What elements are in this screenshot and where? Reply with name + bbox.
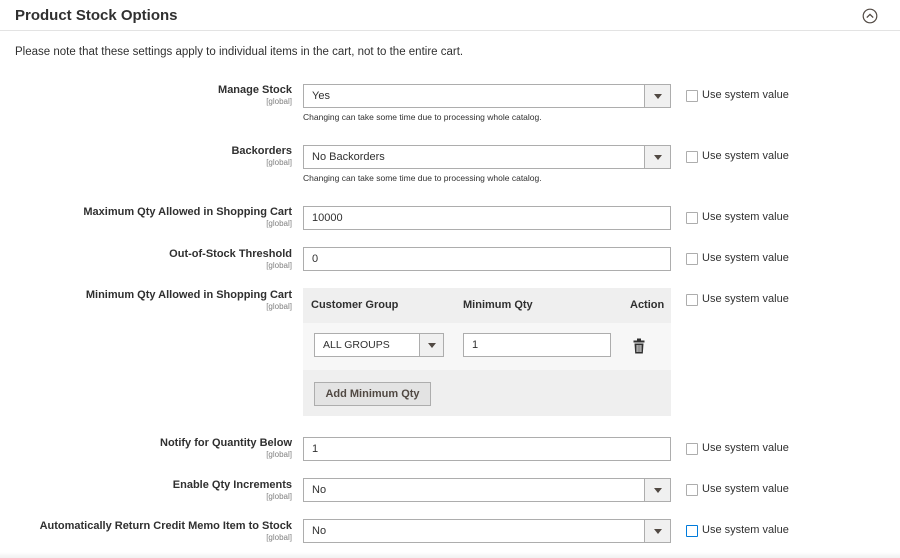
qty-increments-select[interactable]: No [303, 478, 671, 502]
manage-stock-hint: Changing can take some time due to proce… [303, 112, 542, 122]
add-minimum-qty-button[interactable]: Add Minimum Qty [314, 382, 431, 406]
use-system-checkbox[interactable] [686, 90, 698, 102]
trash-icon[interactable] [633, 338, 645, 354]
chevron-up-circle-icon[interactable] [862, 8, 878, 24]
grid-header: Customer Group Minimum Qty Action [303, 288, 671, 323]
chevron-down-icon [428, 343, 436, 348]
use-system-checkbox[interactable] [686, 294, 698, 306]
minimum-qty-input[interactable]: 1 [463, 333, 611, 357]
chevron-down-icon [654, 488, 662, 493]
table-row: ALL GROUPS 1 [303, 323, 671, 370]
manage-stock-select[interactable]: Yes [303, 84, 671, 108]
min-qty-label: Minimum Qty Allowed in Shopping Cart [gl… [85, 289, 292, 311]
chevron-down-icon [654, 529, 662, 534]
credit-memo-label: Automatically Return Credit Memo Item to… [39, 520, 292, 542]
use-system-checkbox[interactable] [686, 212, 698, 224]
chevron-down-icon [654, 94, 662, 99]
backorders-label: Backorders [global] [231, 145, 292, 167]
customer-group-select[interactable]: ALL GROUPS [314, 333, 444, 357]
column-minimum-qty: Minimum Qty [463, 299, 533, 311]
out-of-stock-input[interactable]: 0 [303, 247, 671, 271]
section-title: Product Stock Options [15, 7, 178, 24]
use-system-checkbox[interactable] [686, 443, 698, 455]
use-system-checkbox[interactable] [686, 484, 698, 496]
max-qty-label: Maximum Qty Allowed in Shopping Cart [gl… [83, 206, 292, 228]
notify-below-input[interactable]: 1 [303, 437, 671, 461]
chevron-down-icon [654, 155, 662, 160]
backorders-hint: Changing can take some time due to proce… [303, 173, 542, 183]
qty-increments-label: Enable Qty Increments [global] [172, 479, 292, 501]
use-system-checkbox[interactable] [686, 253, 698, 265]
use-system-checkbox[interactable] [686, 525, 698, 537]
manage-stock-label: Manage Stock [global] [218, 84, 292, 106]
notify-below-label: Notify for Quantity Below [global] [160, 437, 292, 459]
column-customer-group: Customer Group [311, 299, 399, 311]
bottom-shadow [0, 552, 900, 558]
max-qty-input[interactable]: 10000 [303, 206, 671, 230]
column-action: Action [630, 299, 665, 311]
min-qty-grid: Customer Group Minimum Qty Action ALL GR… [303, 288, 671, 416]
section-note: Please note that these settings apply to… [15, 46, 464, 58]
backorders-select[interactable]: No Backorders [303, 145, 671, 169]
credit-memo-select[interactable]: No [303, 519, 671, 543]
use-system-checkbox[interactable] [686, 151, 698, 163]
divider [0, 30, 900, 31]
out-of-stock-label: Out-of-Stock Threshold [global] [169, 248, 292, 270]
